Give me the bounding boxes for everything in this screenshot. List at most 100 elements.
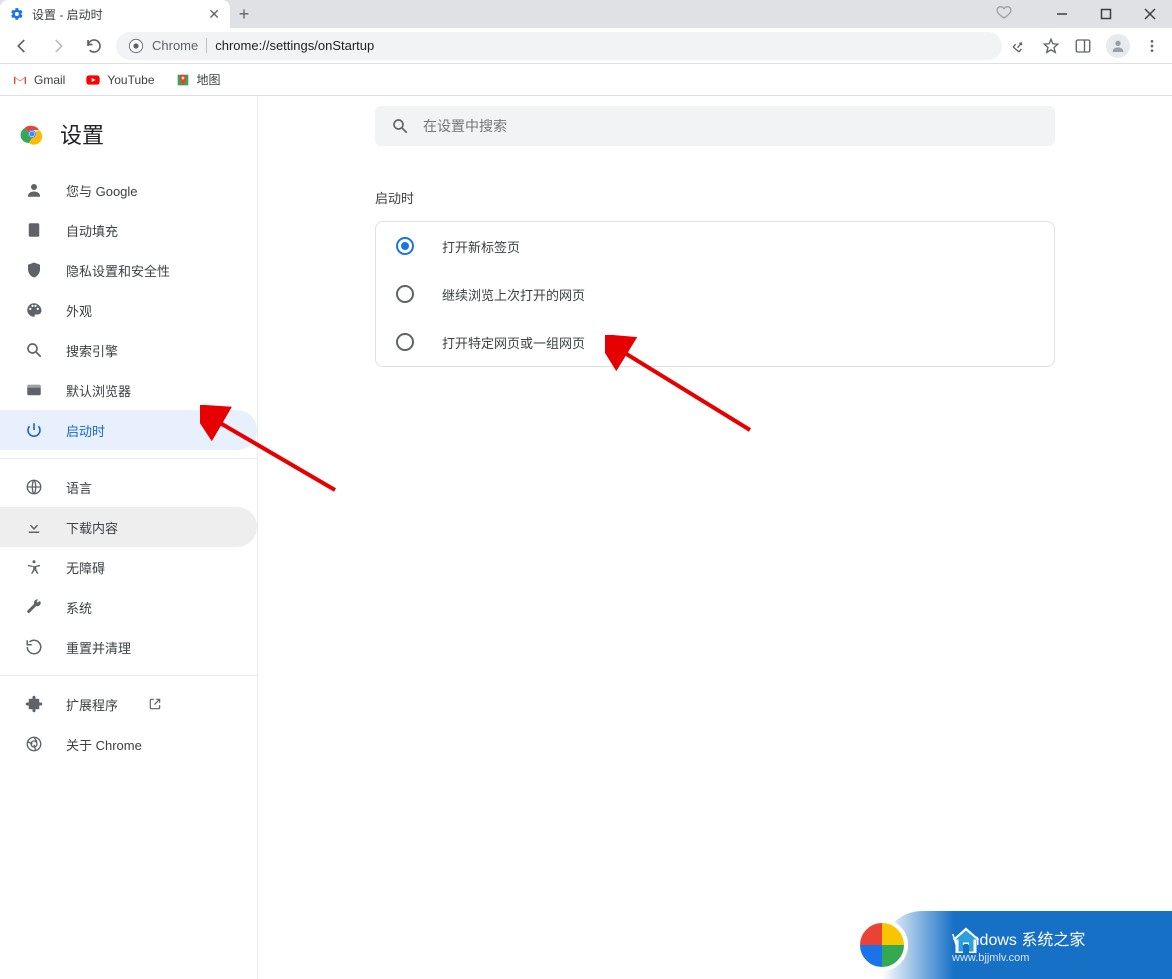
sidebar-item-label: 外观	[66, 301, 92, 320]
watermark-logo-icon	[856, 919, 908, 971]
bookmarks-bar: Gmail YouTube 地图	[0, 64, 1172, 96]
sidebar-item-on-startup[interactable]: 启动时	[0, 410, 257, 450]
nav-separator	[0, 675, 257, 676]
radio-icon	[396, 333, 414, 351]
minimize-button[interactable]	[1040, 0, 1084, 28]
bookmark-youtube[interactable]: YouTube	[85, 72, 154, 88]
sidebar-item-label: 无障碍	[66, 558, 105, 577]
section-title: 启动时	[375, 188, 1055, 207]
sidebar-item-system[interactable]: 系统	[0, 587, 257, 627]
back-button[interactable]	[8, 32, 36, 60]
chrome-badge-icon	[128, 38, 144, 54]
sidebar-item-accessibility[interactable]: 无障碍	[0, 547, 257, 587]
sidebar-item-appearance[interactable]: 外观	[0, 290, 257, 330]
sidebar-item-label: 关于 Chrome	[66, 735, 142, 754]
radio-label: 打开特定网页或一组网页	[442, 333, 585, 352]
tab-title: 设置 - 启动时	[32, 6, 200, 23]
sidebar-nav: 您与 Google 自动填充 隐私设置和安全性 外观 搜索引擎 默认浏览器	[0, 170, 257, 764]
settings-sidebar: 设置 您与 Google 自动填充 隐私设置和安全性 外观 搜索引擎	[0, 96, 258, 979]
address-bar[interactable]: Chrome chrome://settings/onStartup	[116, 32, 1002, 60]
gear-icon	[10, 7, 24, 21]
sidebar-item-autofill[interactable]: 自动填充	[0, 210, 257, 250]
radio-icon	[396, 285, 414, 303]
sidebar-item-label: 您与 Google	[66, 181, 138, 200]
startup-options-card: 打开新标签页 继续浏览上次打开的网页 打开特定网页或一组网页	[375, 221, 1055, 367]
chrome-outline-icon	[24, 735, 44, 753]
settings-root: 设置 您与 Google 自动填充 隐私设置和安全性 外观 搜索引擎	[0, 96, 1172, 979]
sidebar-item-label: 扩展程序	[66, 695, 118, 714]
radio-icon	[396, 237, 414, 255]
bookmark-maps[interactable]: 地图	[175, 71, 221, 88]
sidebar-item-privacy[interactable]: 隐私设置和安全性	[0, 250, 257, 290]
sidebar-item-reset[interactable]: 重置并清理	[0, 627, 257, 667]
maps-icon	[175, 72, 191, 88]
startup-option-specific-pages[interactable]: 打开特定网页或一组网页	[376, 318, 1054, 366]
sidebar-item-search-engine[interactable]: 搜索引擎	[0, 330, 257, 370]
sidebar-item-label: 启动时	[66, 421, 105, 440]
forward-button[interactable]	[44, 32, 72, 60]
secure-chip: Chrome	[152, 38, 207, 53]
wrench-icon	[24, 598, 44, 616]
star-icon[interactable]	[1042, 37, 1060, 55]
browser-toolbar: Chrome chrome://settings/onStartup	[0, 28, 1172, 64]
sidebar-item-downloads[interactable]: 下载内容	[0, 507, 257, 547]
sidebar-item-label: 默认浏览器	[66, 381, 131, 400]
new-tab-button[interactable]: +	[230, 0, 258, 28]
sidebar-item-label: 自动填充	[66, 221, 118, 240]
sidebar-item-extensions[interactable]: 扩展程序	[0, 684, 257, 724]
radio-label: 打开新标签页	[442, 237, 520, 256]
toolbar-right-icons	[1010, 34, 1164, 58]
extension-icon	[24, 695, 44, 713]
window-controls	[1040, 0, 1172, 28]
sidebar-item-label: 隐私设置和安全性	[66, 261, 170, 280]
url-text: chrome://settings/onStartup	[215, 38, 374, 53]
sidebar-item-default-browser[interactable]: 默认浏览器	[0, 370, 257, 410]
profile-avatar[interactable]	[1106, 34, 1130, 58]
menu-icon[interactable]	[1144, 38, 1160, 54]
watermark-subtitle: www.bjjmlv.com	[952, 952, 1085, 964]
sidebar-item-languages[interactable]: 语言	[0, 467, 257, 507]
sidebar-header: 设置	[0, 106, 257, 170]
sidebar-item-label: 语言	[66, 478, 92, 497]
open-external-icon	[148, 697, 162, 711]
browser-icon	[24, 381, 44, 399]
sidebar-title: 设置	[60, 118, 104, 150]
tab-close-button[interactable]: ✕	[208, 6, 220, 23]
sidebar-item-label: 系统	[66, 598, 92, 617]
palette-icon	[24, 301, 44, 319]
bookmark-label: Gmail	[34, 73, 65, 87]
nav-separator	[0, 458, 257, 459]
side-panel-icon[interactable]	[1074, 37, 1092, 55]
settings-search[interactable]	[375, 106, 1055, 146]
share-icon[interactable]	[1010, 37, 1028, 55]
bookmark-label: 地图	[197, 71, 221, 88]
reload-button[interactable]	[80, 32, 108, 60]
settings-main: 启动时 打开新标签页 继续浏览上次打开的网页 打开特定网页或一组网页	[258, 96, 1172, 979]
settings-search-input[interactable]	[423, 118, 1039, 134]
heart-icon	[996, 4, 1012, 20]
search-icon	[24, 341, 44, 359]
browser-tab[interactable]: 设置 - 启动时 ✕	[0, 0, 230, 28]
sidebar-item-you-and-google[interactable]: 您与 Google	[0, 170, 257, 210]
gmail-icon	[12, 72, 28, 88]
maximize-button[interactable]	[1084, 0, 1128, 28]
startup-option-new-tab[interactable]: 打开新标签页	[376, 222, 1054, 270]
startup-option-continue[interactable]: 继续浏览上次打开的网页	[376, 270, 1054, 318]
search-icon	[391, 117, 409, 135]
globe-icon	[24, 478, 44, 496]
restore-icon	[24, 638, 44, 656]
download-icon	[24, 518, 44, 536]
sidebar-item-label: 重置并清理	[66, 638, 131, 657]
sidebar-item-label: 搜索引擎	[66, 341, 118, 360]
sidebar-item-label: 下载内容	[66, 518, 118, 537]
chrome-logo-icon	[20, 122, 44, 146]
watermark: Windows 系统之家 www.bjjmlv.com	[882, 911, 1172, 979]
accessibility-icon	[24, 558, 44, 576]
bookmark-label: YouTube	[107, 73, 154, 87]
close-window-button[interactable]	[1128, 0, 1172, 28]
person-icon	[24, 181, 44, 199]
bookmark-gmail[interactable]: Gmail	[12, 72, 65, 88]
sidebar-item-about[interactable]: 关于 Chrome	[0, 724, 257, 764]
radio-label: 继续浏览上次打开的网页	[442, 285, 585, 304]
power-icon	[24, 421, 44, 439]
